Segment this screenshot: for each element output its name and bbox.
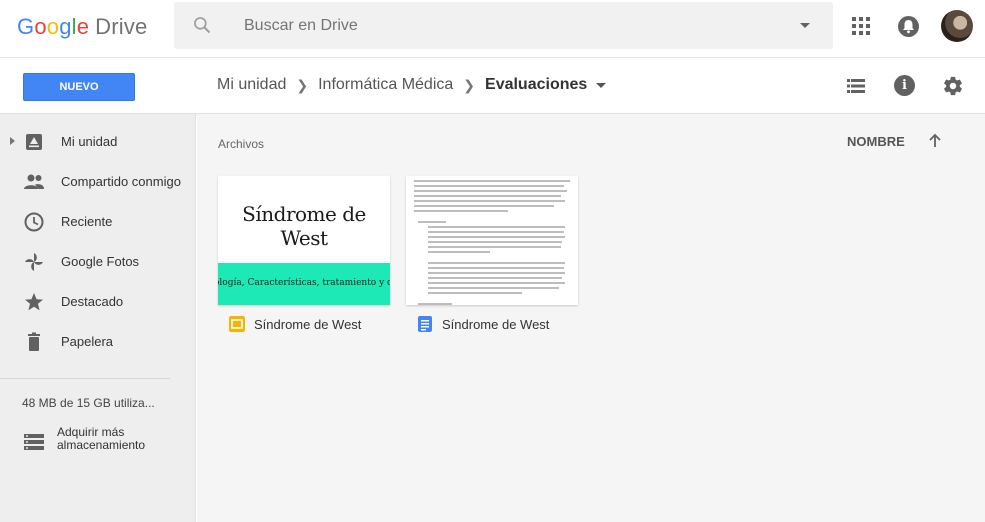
- file-name: Síndrome de West: [254, 317, 362, 332]
- breadcrumb: Mi unidad ❯ Informática Médica ❯ Evaluac…: [217, 76, 607, 94]
- sidebar-item-papelera[interactable]: Papelera: [0, 322, 196, 362]
- file-name: Síndrome de West: [442, 317, 550, 332]
- chevron-right-icon: ❯: [296, 76, 309, 93]
- file-area: Archivos NOMBRE Síndrome de West ología,…: [197, 114, 985, 522]
- docs-file-icon: [418, 316, 432, 332]
- file-card[interactable]: Síndrome de West ología, Características…: [218, 176, 390, 344]
- trash-icon: [28, 332, 40, 351]
- settings-gear-icon[interactable]: [942, 75, 964, 97]
- sidebar-item-label: Google Fotos: [61, 254, 140, 269]
- chevron-right-icon: ❯: [463, 76, 476, 93]
- breadcrumb-item-mi-unidad[interactable]: Mi unidad: [217, 76, 286, 94]
- sidebar-item-google-fotos[interactable]: Google Fotos: [0, 242, 196, 282]
- slides-file-icon: [229, 316, 245, 332]
- expand-arrow-icon[interactable]: [10, 137, 15, 145]
- list-view-icon[interactable]: [847, 79, 865, 93]
- star-icon: [25, 293, 43, 311]
- breadcrumb-item-informatica-medica[interactable]: Informática Médica: [318, 76, 453, 94]
- file-thumbnail[interactable]: Síndrome de West ología, Características…: [218, 176, 390, 305]
- new-button[interactable]: NUEVO: [23, 73, 135, 101]
- sidebar-item-label: Destacado: [61, 294, 124, 309]
- breadcrumb-item-evaluaciones[interactable]: Evaluaciones: [485, 76, 587, 94]
- slide-thumbnail-subtitle: ología, Características, tratamiento y c…: [218, 278, 390, 288]
- sidebar-item-compartido[interactable]: Compartido conmigo: [0, 162, 196, 202]
- drive-icon: [26, 134, 42, 150]
- product-name: Drive: [95, 14, 148, 39]
- buy-storage-link[interactable]: Adquirir más almacenamiento: [0, 424, 196, 458]
- top-bar: Google Drive: [0, 0, 985, 58]
- sidebar-item-reciente[interactable]: Reciente: [0, 202, 196, 242]
- slide-thumbnail-band: ología, Características, tratamiento y c…: [218, 263, 390, 305]
- apps-grid-icon[interactable]: [852, 17, 870, 35]
- photos-icon: [25, 253, 43, 271]
- toolbar: NUEVO Mi unidad ❯ Informática Médica ❯ E…: [0, 58, 985, 114]
- section-heading: Archivos: [218, 137, 265, 151]
- sort-by-name-button[interactable]: NOMBRE: [847, 134, 905, 149]
- sidebar-item-label: Mi unidad: [61, 134, 118, 149]
- sidebar-divider: [0, 378, 170, 379]
- account-avatar[interactable]: [941, 10, 973, 42]
- document-thumbnail-text: [414, 180, 570, 305]
- search-bar[interactable]: [174, 2, 833, 49]
- storage-icon: [24, 434, 44, 450]
- folder-menu-dropdown-icon[interactable]: [596, 82, 607, 88]
- sidebar: Mi unidad Compartido conmigo Reciente Go…: [0, 114, 196, 522]
- storage-usage-text: 48 MB de 15 GB utiliza...: [22, 396, 155, 410]
- sidebar-item-mi-unidad[interactable]: Mi unidad: [0, 122, 196, 162]
- people-icon: [24, 174, 44, 189]
- file-card[interactable]: Síndrome de West: [406, 176, 578, 344]
- file-name-row[interactable]: Síndrome de West: [218, 316, 390, 334]
- slide-thumbnail-title: Síndrome de West: [242, 202, 366, 250]
- sidebar-item-destacado[interactable]: Destacado: [0, 282, 196, 322]
- buy-storage-label: Adquirir más almacenamiento: [57, 425, 146, 452]
- search-icon[interactable]: [192, 15, 212, 35]
- sort-ascending-arrow-icon[interactable]: [927, 133, 943, 149]
- notifications-bell-icon[interactable]: [898, 16, 919, 37]
- file-thumbnail[interactable]: [406, 176, 578, 305]
- clock-icon: [24, 212, 44, 232]
- google-drive-logo[interactable]: Google Drive: [17, 14, 148, 40]
- sidebar-item-label: Papelera: [61, 334, 114, 349]
- details-info-icon[interactable]: i: [894, 75, 915, 96]
- search-options-dropdown-icon[interactable]: [800, 23, 810, 28]
- sidebar-item-label: Compartido conmigo: [61, 174, 181, 189]
- file-name-row[interactable]: Síndrome de West: [406, 316, 578, 334]
- search-input[interactable]: [244, 14, 764, 38]
- sidebar-item-label: Reciente: [61, 214, 113, 229]
